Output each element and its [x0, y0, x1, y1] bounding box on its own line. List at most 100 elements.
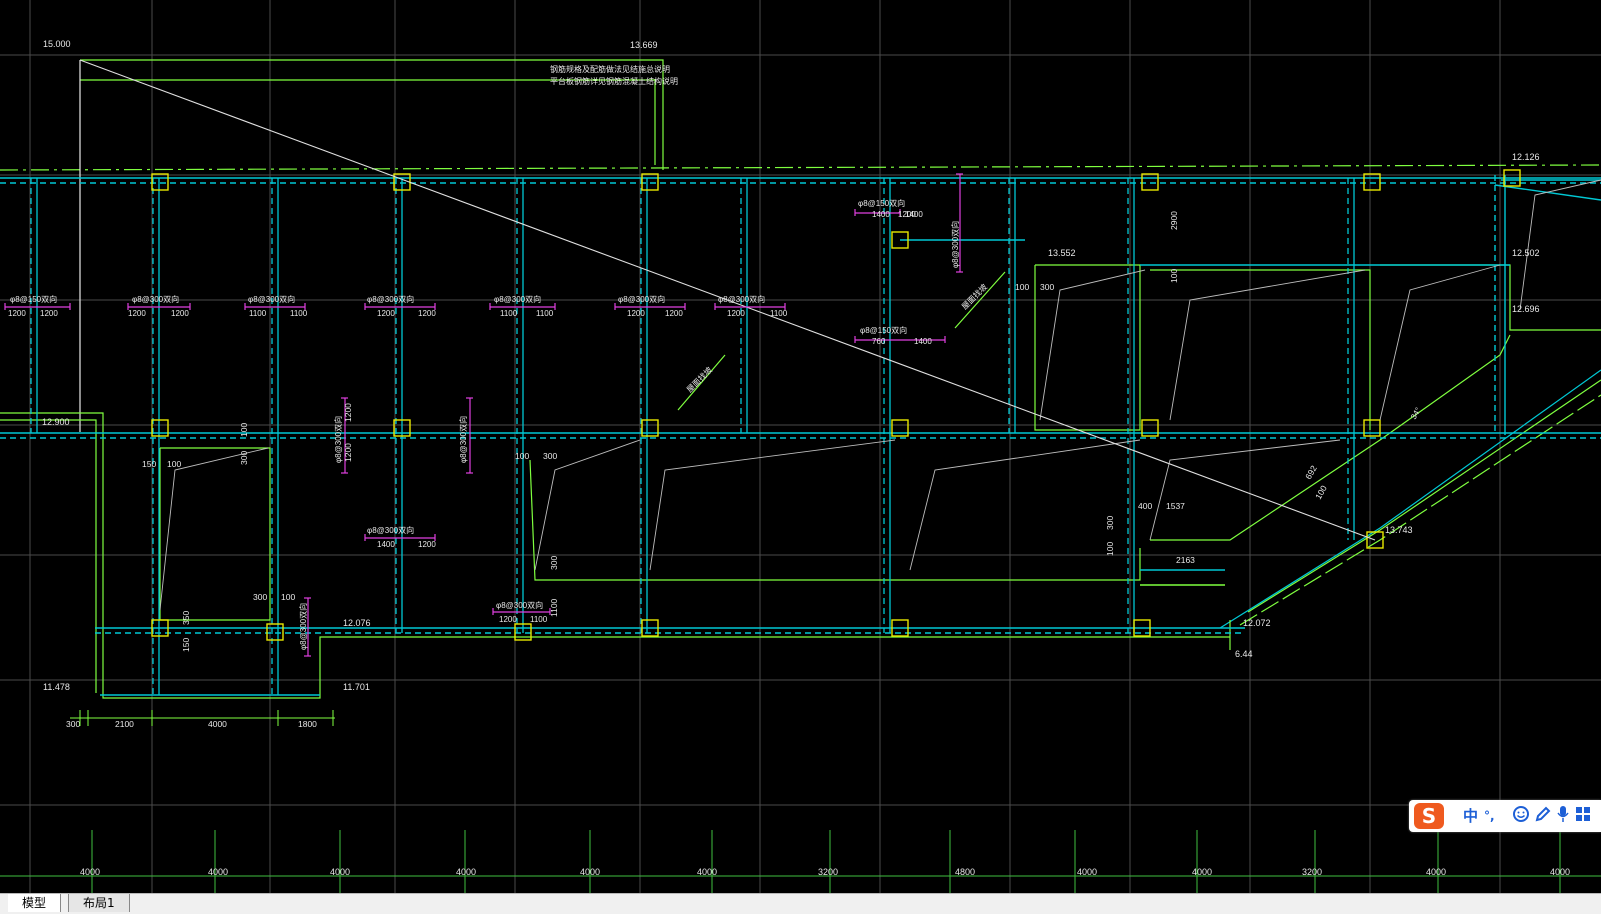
dim-label: 150 — [142, 459, 156, 469]
rebar-label: φ8@300双向 — [333, 416, 343, 463]
tab-model[interactable]: 模型 — [8, 894, 62, 912]
sogou-logo[interactable]: S — [1414, 803, 1444, 829]
ime-lang-toggle[interactable]: 中 — [1463, 805, 1478, 827]
elevation-label: 12.072 — [1243, 618, 1271, 628]
rebar-label: φ8@300双向 — [367, 294, 414, 304]
span-label: 1100 — [249, 309, 267, 318]
dim-label: 100 — [1105, 542, 1115, 556]
smile-icon[interactable] — [1512, 805, 1530, 827]
dim-label: 1200 — [343, 443, 353, 462]
dim-label: 300 — [549, 556, 559, 570]
span-label: 1200 — [727, 309, 745, 318]
span-label: 1400 — [377, 540, 395, 549]
rebar-label: φ8@150双向 — [860, 325, 907, 335]
bottom-dimension — [70, 710, 335, 726]
annotation-notes: 钢筋规格及配筋做法见结施总说明 平台板钢筋详见钢筋混凝土结构说明 屋面找坡 屋面… — [550, 64, 1423, 421]
grid-icon[interactable] — [1575, 805, 1591, 827]
rebar-label: φ8@300双向 — [298, 603, 308, 650]
elevation-label: 12.502 — [1512, 248, 1540, 258]
axis-dim-label: 4000 — [580, 867, 600, 877]
rebar-label: φ8@150双向 — [10, 294, 57, 304]
span-label: 1100 — [536, 309, 554, 318]
slope-note-1: 屋面找坡 — [684, 365, 714, 395]
rebar-label: φ8@300双向 — [248, 294, 295, 304]
columns — [151, 169, 1521, 641]
column — [266, 623, 284, 641]
dim-label: 300 — [66, 719, 80, 729]
dim-label: 100 — [1169, 269, 1179, 283]
axis-dim-label: 3200 — [1302, 867, 1322, 877]
axis-dim-label: 4000 — [208, 867, 228, 877]
rebar-label: φ8@300双向 — [718, 294, 765, 304]
span-label: 1200 — [499, 615, 517, 624]
span-label: 1400 — [914, 337, 932, 346]
span-label: 760 — [872, 337, 886, 346]
span-label: 1200 — [418, 309, 436, 318]
dim-label: 2163 — [1176, 555, 1195, 565]
axis-dim-label: 4000 — [697, 867, 717, 877]
dim-label: 2900 — [1169, 211, 1179, 230]
dim-label: 300 — [239, 451, 249, 465]
span-label: 1200 — [377, 309, 395, 318]
dim-label: 300 — [543, 451, 557, 461]
dim-label: 1800 — [298, 719, 317, 729]
dim-label: 150 — [181, 638, 191, 652]
dim-label: 300 — [253, 592, 267, 602]
dim-label: 2100 — [115, 719, 134, 729]
dim-label: 300 — [1040, 282, 1054, 292]
rebar-label: φ8@300双向 — [494, 294, 541, 304]
span-label: 1100 — [530, 615, 548, 624]
column — [1141, 173, 1159, 191]
dim-label: 400 — [1138, 501, 1152, 511]
rebar-label: φ8@300双向 — [496, 600, 543, 610]
dim-label: 1537 — [1166, 501, 1185, 511]
rebar-label: φ8@300双向 — [618, 294, 665, 304]
elevation-label: 11.478 — [43, 682, 70, 692]
axis-dim-label: 4000 — [330, 867, 350, 877]
span-label: 1200 — [8, 309, 26, 318]
dim-label: 100 — [239, 423, 249, 437]
column — [151, 173, 169, 191]
pen-icon[interactable] — [1534, 805, 1552, 827]
rebar-label: φ8@300双向 — [458, 416, 468, 463]
layout-tab-bar: 模型 布局1 — [0, 893, 1601, 914]
dim-label: 100 — [515, 451, 529, 461]
span-label: 1400 — [872, 210, 890, 219]
elevation-label: 13.552 — [1048, 248, 1076, 258]
span-label: 1100 — [290, 309, 308, 318]
elevation-label: 13.743 — [1385, 525, 1413, 535]
axis-dim-label: 4000 — [1426, 867, 1446, 877]
tab-layout1[interactable]: 布局1 — [68, 894, 130, 912]
elevation-label: 12.696 — [1512, 304, 1540, 314]
span-label: 1200 — [898, 210, 916, 219]
dim-label: 100 — [167, 459, 181, 469]
elevation-label: 6.44 — [1235, 649, 1253, 659]
rebar-labels: φ8@150双向 φ8@300双向 φ8@300双向 φ8@300双向 φ8@300双向… — [8, 198, 960, 650]
axis-dim-label: 4000 — [1192, 867, 1212, 877]
dim-label: 100 — [281, 592, 295, 602]
span-label: 1200 — [665, 309, 683, 318]
elevation-label: 12.076 — [343, 618, 371, 628]
dim-label: 692 — [1303, 463, 1319, 481]
axis-dim-label: 4000 — [1077, 867, 1097, 877]
span-label: 1200 — [627, 309, 645, 318]
dim-label: 100 — [1313, 483, 1329, 501]
axis-dim-label: 4800 — [955, 867, 975, 877]
slab-outlines — [0, 59, 1601, 699]
rebar-label: φ8@300双向 — [367, 525, 414, 535]
elevation-label: 12.900 — [42, 417, 70, 427]
span-label: 1200 — [40, 309, 58, 318]
cad-drawing-canvas[interactable]: 15.000 13.669 12.126 12.900 13.552 12.50… — [0, 0, 1601, 913]
dim-label: 300 — [1105, 516, 1115, 530]
mic-icon[interactable] — [1556, 805, 1570, 827]
span-label: 1200 — [128, 309, 146, 318]
rebar-label: φ8@300双向 — [132, 294, 179, 304]
column — [641, 173, 659, 191]
ime-punct-toggle[interactable]: °, — [1484, 805, 1495, 827]
top-note-2: 平台板钢筋详见钢筋混凝土结构说明 — [550, 76, 678, 86]
dim-label: 4000 — [208, 719, 227, 729]
angle-label: 34° — [1409, 406, 1423, 421]
elevation-label: 12.126 — [1512, 152, 1540, 162]
span-label: 1200 — [171, 309, 189, 318]
ime-toolbar[interactable]: S 中 °, — [1409, 800, 1601, 832]
